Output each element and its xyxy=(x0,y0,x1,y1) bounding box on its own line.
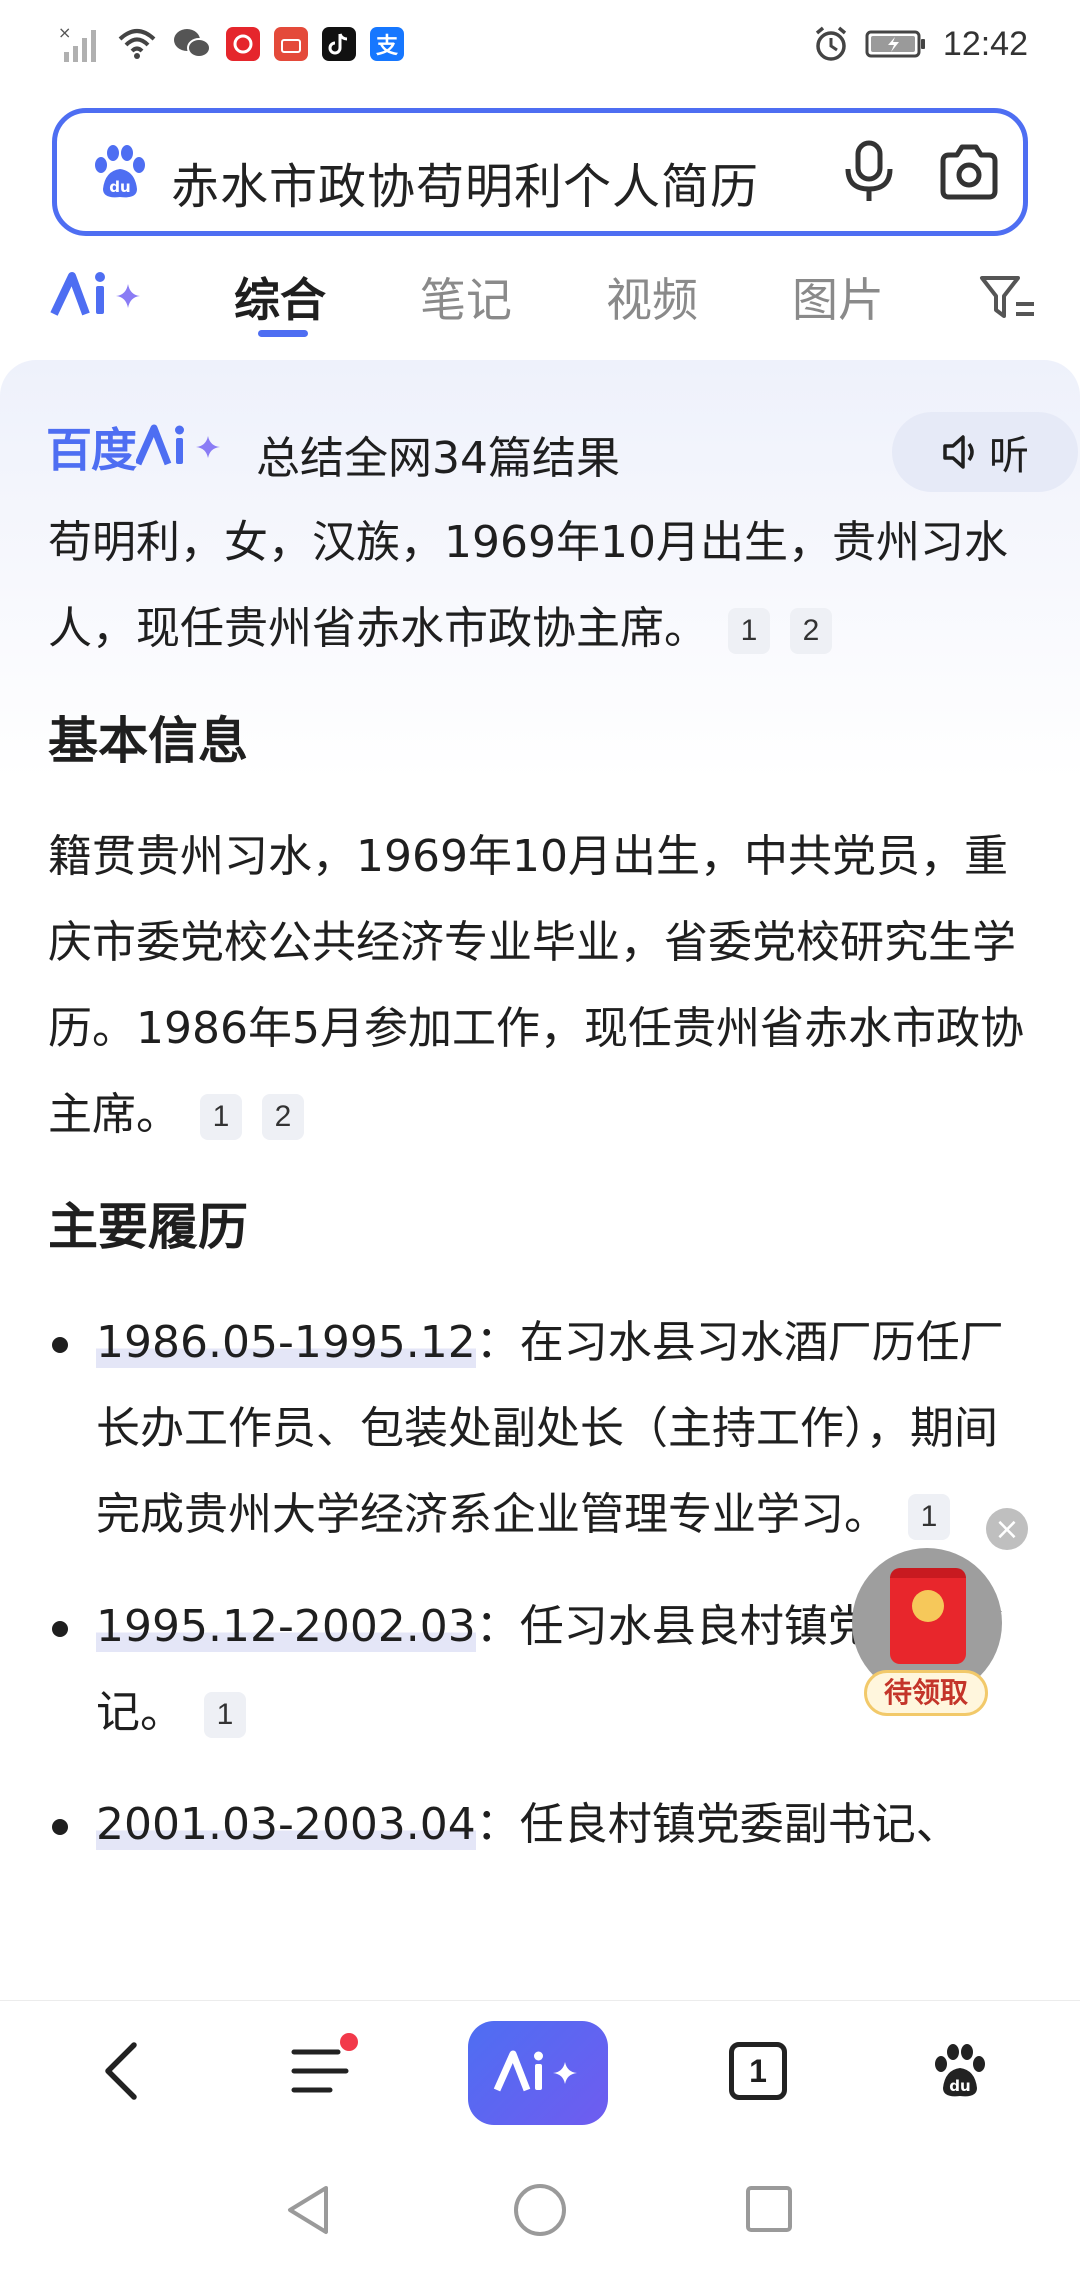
menu-icon xyxy=(291,2049,349,2093)
ai-plus-icon xyxy=(136,424,220,466)
reference-badge[interactable]: 2 xyxy=(790,608,832,654)
back-button[interactable] xyxy=(80,2001,160,2141)
active-tab-indicator xyxy=(258,330,308,337)
menu-button[interactable] xyxy=(280,2001,360,2141)
reference-badge[interactable]: 1 xyxy=(200,1094,242,1140)
filter-icon[interactable] xyxy=(978,270,1038,326)
chevron-left-icon xyxy=(105,2042,137,2100)
tab-videos[interactable]: 视频 xyxy=(606,264,698,330)
baidu-ai-logo: 百度 xyxy=(46,418,228,477)
career-date: 1995.12-2002.03 xyxy=(96,1601,476,1652)
intro-text: 苟明利，女，汉族，1969年10月出生，贵州习水人，现任贵州省赤水市政协主席。 xyxy=(48,517,1008,654)
bullet-dot xyxy=(52,1337,68,1353)
list-item: 1986.05-1995.12：在习水县习水酒厂历任厂长办工作员、包装处副处长（… xyxy=(48,1300,1038,1558)
signal-icon: × xyxy=(58,24,96,62)
listen-label: 听 xyxy=(989,433,1029,479)
career-date: 2001.03-2003.04 xyxy=(96,1799,476,1850)
tab-count: 1 xyxy=(749,2052,767,2089)
battery-icon xyxy=(865,30,925,58)
reference-badge[interactable]: 1 xyxy=(908,1494,950,1540)
wechat-icon xyxy=(174,29,211,58)
search-tabs: 综合 笔记 视频 图片 xyxy=(0,250,1080,350)
ai-summary-card: 百度 总结全网34篇结果 听 苟明利，女，汉族，1969年10月出生，贵州习水人… xyxy=(0,360,1080,2000)
status-bar-right: 12:42 xyxy=(813,22,1028,66)
tabs-button[interactable]: 1 xyxy=(718,2001,798,2141)
intro-paragraph: 苟明利，女，汉族，1969年10月出生，贵州习水人，现任贵州省赤水市政协主席。 … xyxy=(48,500,1038,672)
bottom-nav: 1 du xyxy=(0,2000,1080,2140)
wifi-icon xyxy=(118,29,156,59)
vmall-icon xyxy=(274,27,308,61)
svg-text:×: × xyxy=(58,24,71,42)
system-nav-bar xyxy=(0,2140,1080,2280)
tab-comprehensive[interactable]: 综合 xyxy=(234,264,326,330)
section-heading-basic-info: 基本信息 xyxy=(48,712,248,770)
search-input[interactable]: 赤水市政协苟明利个人简历 xyxy=(171,147,759,217)
bullet-dot xyxy=(52,1621,68,1637)
alipay-icon: 支 xyxy=(370,27,404,61)
system-recents-icon[interactable] xyxy=(744,2184,794,2234)
red-envelope-icon xyxy=(890,1568,966,1664)
clock-time: 12:42 xyxy=(942,24,1028,63)
alarm-icon xyxy=(815,26,847,61)
baidu-news-icon xyxy=(226,27,260,61)
career-text: ：任良村镇党委副书记、 xyxy=(475,1799,960,1850)
tab-count-icon: 1 xyxy=(729,2042,787,2100)
reference-badge[interactable]: 2 xyxy=(262,1094,304,1140)
ai-plus-logo-icon[interactable] xyxy=(50,268,146,324)
ai-summary-count: 总结全网34篇结果 xyxy=(256,433,620,484)
microphone-icon[interactable] xyxy=(839,139,899,205)
tab-images[interactable]: 图片 xyxy=(792,264,884,330)
svg-text:du: du xyxy=(109,178,130,196)
svg-text:du: du xyxy=(949,2077,970,2095)
close-icon[interactable]: × xyxy=(986,1508,1028,1550)
baidu-home-button[interactable]: du xyxy=(920,2001,1000,2141)
camera-icon[interactable] xyxy=(937,141,1001,203)
basic-info-text: 籍贯贵州习水，1969年10月出生，中共党员，重庆市委党校公共经济专业毕业，省委… xyxy=(48,831,1024,1140)
ai-card-header: 百度 总结全网34篇结果 听 xyxy=(46,412,1078,492)
status-bar: × 支 12:42 xyxy=(0,0,1080,90)
baidu-paw-icon: du xyxy=(95,145,145,198)
ai-assistant-button[interactable] xyxy=(468,2021,608,2125)
speaker-icon xyxy=(943,435,974,469)
reference-badge[interactable]: 1 xyxy=(204,1692,246,1738)
tiktok-icon xyxy=(322,27,356,61)
career-date: 1986.05-1995.12 xyxy=(96,1317,476,1368)
bullet-dot xyxy=(52,1819,68,1835)
notification-dot xyxy=(340,2033,358,2051)
reference-badge[interactable]: 1 xyxy=(728,608,770,654)
baidu-paw-icon: du xyxy=(935,2044,985,2097)
coin-icon xyxy=(912,1590,944,1622)
system-home-icon[interactable] xyxy=(512,2182,568,2238)
baidu-logo-text: 百度 xyxy=(46,423,137,477)
status-bar-left: × 支 xyxy=(58,22,404,66)
tab-notes[interactable]: 笔记 xyxy=(420,264,512,330)
listen-button[interactable]: 听 xyxy=(892,412,1078,492)
ai-plus-icon xyxy=(493,2050,577,2092)
section-heading-career: 主要履历 xyxy=(48,1198,248,1256)
redeem-label[interactable]: 待领取 xyxy=(864,1670,988,1716)
list-item: 2001.03-2003.04：任良村镇党委副书记、 xyxy=(48,1782,1038,1868)
system-back-icon[interactable] xyxy=(282,2182,334,2238)
basic-info-paragraph: 籍贯贵州习水，1969年10月出生，中共党员，重庆市委党校公共经济专业毕业，省委… xyxy=(48,814,1038,1158)
search-bar[interactable]: du 赤水市政协苟明利个人简历 xyxy=(52,108,1028,236)
